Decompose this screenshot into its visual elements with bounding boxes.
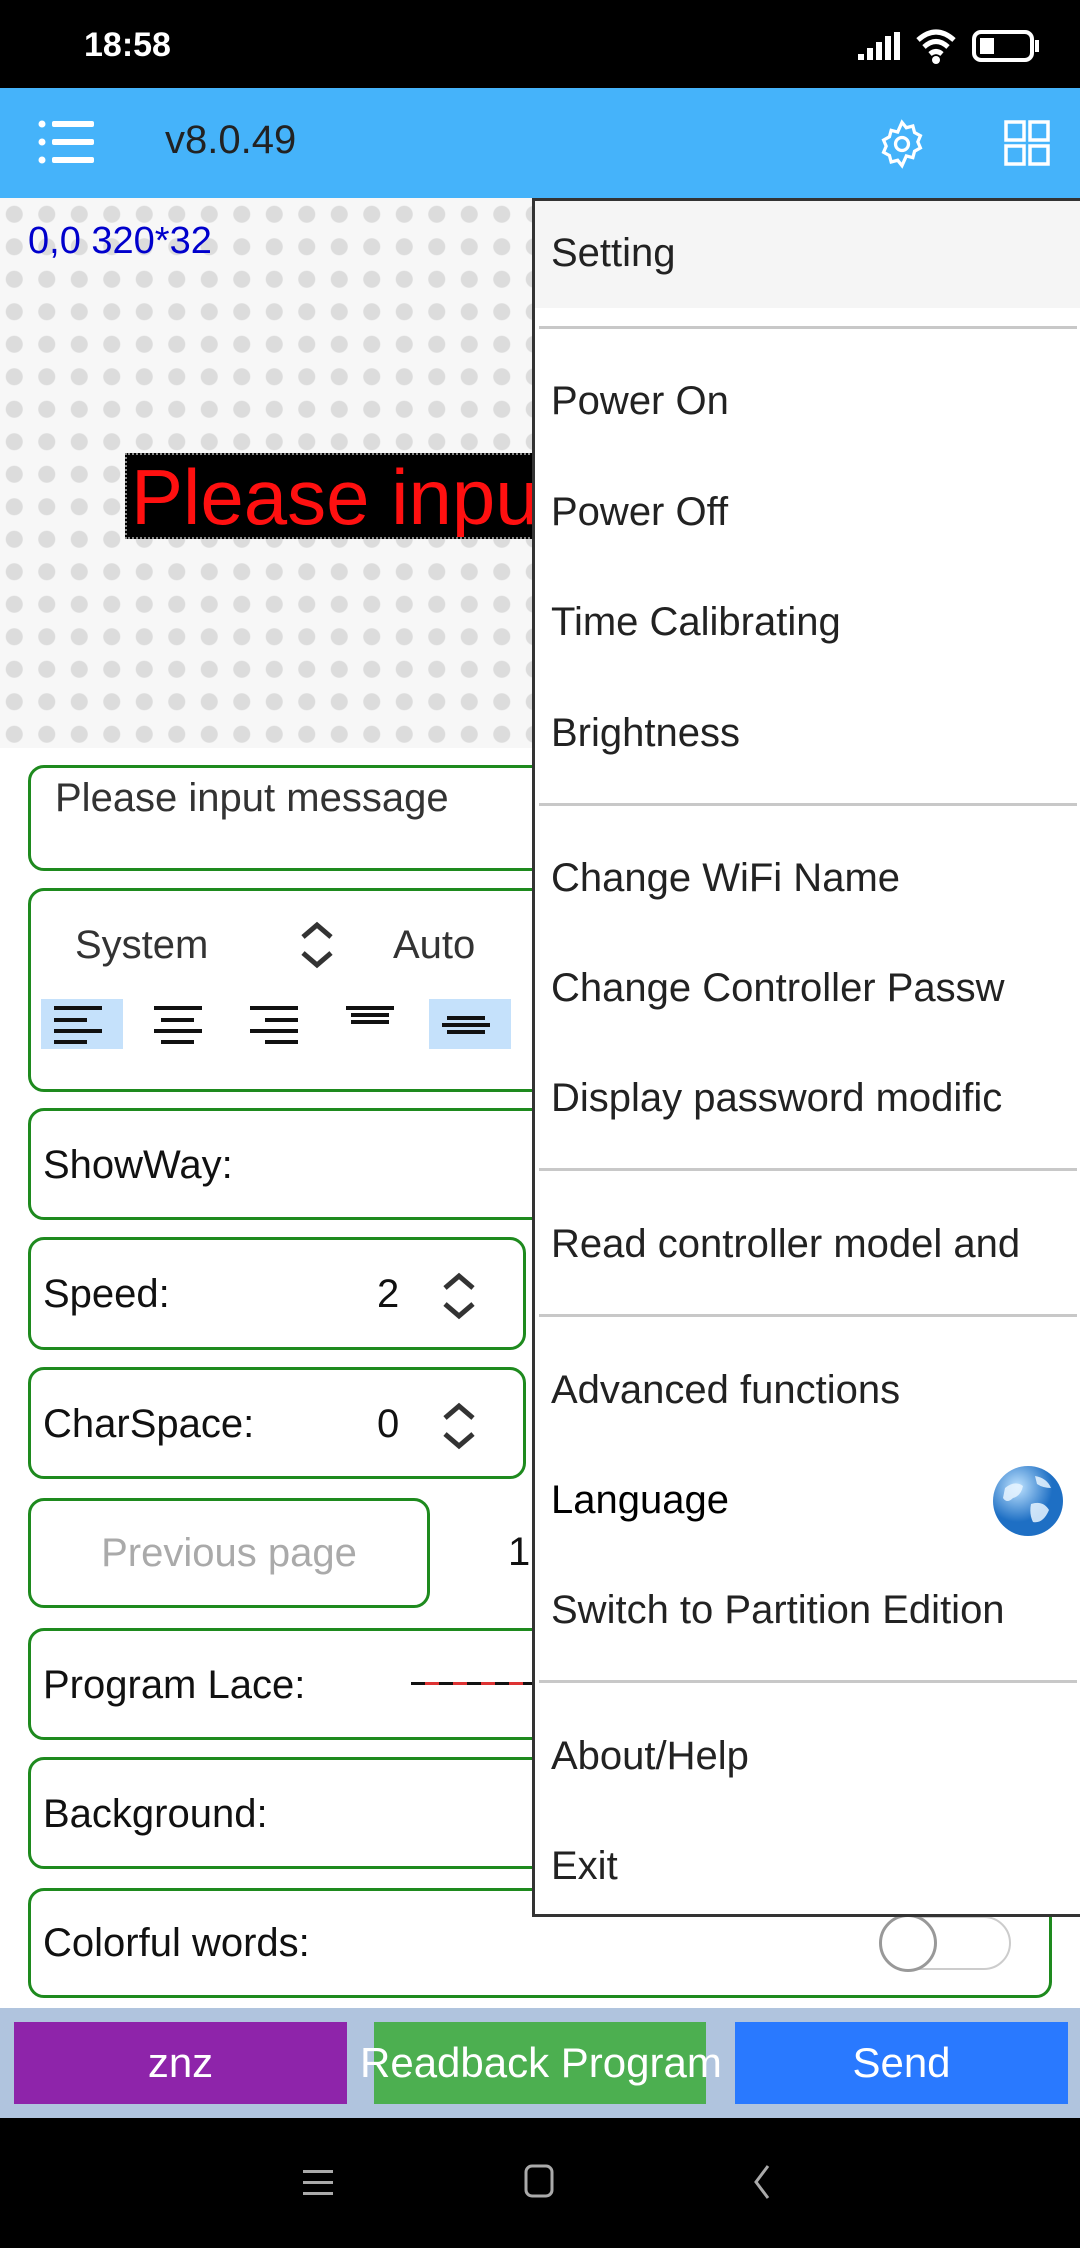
colorful-words-label: Colorful words: [43,1921,310,1965]
menu-divider [539,1314,1077,1317]
font-select[interactable]: System [75,923,208,968]
program-lace-label: Program Lace: [43,1663,306,1707]
speed-label: Speed: [43,1272,170,1316]
send-button[interactable]: Send [735,2022,1068,2104]
menu-item-brightness[interactable]: Brightness [551,711,1076,756]
align-right-icon[interactable] [237,999,319,1049]
status-bar: 18:58 [0,0,1080,88]
charspace-stepper[interactable] [439,1396,479,1456]
charspace-value: 0 [377,1402,400,1446]
menu-item-display-password[interactable]: Display password modific [551,1076,1076,1121]
app-title: v8.0.49 [165,118,297,162]
home-icon[interactable] [522,2162,558,2202]
readback-program-button[interactable]: Readback Program [360,2022,720,2104]
previous-page-label: Previous page [101,1531,357,1575]
showway-label: ShowWay: [43,1143,233,1187]
gear-icon[interactable] [876,118,928,170]
battery-icon [972,30,1039,62]
preview-coords: 0,0 320*32 [28,220,212,262]
menu-list-icon[interactable] [38,118,98,168]
menu-item-switch-partition[interactable]: Switch to Partition Edition [551,1588,1076,1633]
menu-item-read-controller-model[interactable]: Read controller model and [551,1222,1076,1267]
settings-dropdown-menu: Setting Power On Power Off Time Calibrat… [532,198,1080,1917]
menu-item-power-off[interactable]: Power Off [551,490,1076,535]
speed-value: 2 [377,1272,400,1316]
charspace-row: CharSpace: 0 [28,1367,526,1479]
menu-item-exit[interactable]: Exit [551,1844,1076,1889]
speed-stepper[interactable] [439,1266,479,1326]
menu-divider [539,1168,1077,1171]
background-label: Background: [43,1792,268,1836]
font-size-select[interactable]: Auto [393,923,475,968]
speed-row: Speed: 2 [28,1237,526,1350]
menu-divider [539,803,1077,806]
back-icon[interactable] [748,2162,778,2202]
toggle-knob [879,1914,937,1972]
bottom-bar: znz Readback Program Send [0,2008,1080,2118]
chevron-updown-icon[interactable] [297,915,337,975]
valign-top-icon[interactable] [333,999,415,1049]
menu-item-time-calibrating[interactable]: Time Calibrating [551,600,1076,645]
recents-icon[interactable] [300,2164,336,2200]
led-text-preview[interactable]: Please input message [125,453,545,539]
menu-item-change-controller-password[interactable]: Change Controller Passw [551,966,1076,1011]
align-center-icon[interactable] [141,999,223,1049]
status-time: 18:58 [84,26,171,64]
charspace-label: CharSpace: [43,1402,255,1446]
app-header: v8.0.49 [0,88,1080,198]
valign-middle-icon[interactable] [429,999,511,1049]
globe-icon [993,1466,1063,1536]
signal-icon [858,32,900,60]
previous-page-button[interactable]: Previous page [28,1498,430,1608]
znz-button[interactable]: znz [14,2022,347,2104]
menu-item-power-on[interactable]: Power On [551,379,1076,424]
wifi-icon [916,29,956,64]
menu-divider [539,1680,1077,1683]
menu-item-setting[interactable]: Setting [551,231,1076,276]
message-input-value: Please input message [55,776,449,820]
colorful-words-toggle[interactable] [879,1914,1011,1972]
menu-item-change-wifi-name[interactable]: Change WiFi Name [551,856,1076,901]
align-left-icon[interactable] [41,999,123,1049]
menu-item-advanced-functions[interactable]: Advanced functions [551,1368,1076,1413]
menu-divider [539,326,1077,329]
page-number: 1 [508,1530,531,1574]
menu-item-about-help[interactable]: About/Help [551,1734,1076,1779]
grid-icon[interactable] [1004,120,1050,166]
system-nav-bar [0,2118,1080,2248]
